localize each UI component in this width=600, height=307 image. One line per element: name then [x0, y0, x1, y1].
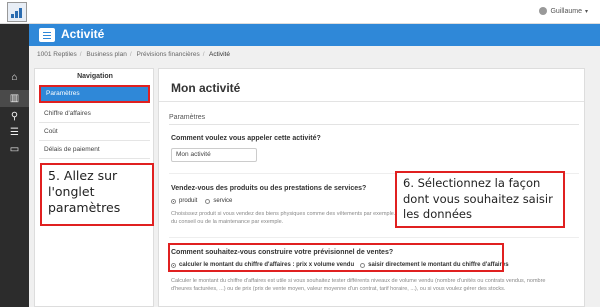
annotation-line: l'onglet [48, 184, 95, 199]
user-name: Guillaume [550, 7, 582, 15]
question-product-service: Vendez-vous des produits ou des prestati… [171, 185, 367, 192]
product-service-options: produit service [171, 198, 232, 204]
menu-toggle-button[interactable] [39, 28, 55, 42]
annotation-step-5: 5. Allez sur l'onglet paramètres [40, 163, 154, 226]
radio-produit-label[interactable]: produit [179, 198, 197, 204]
breadcrumb-item[interactable]: Business plan [86, 51, 126, 58]
activity-name-input[interactable]: Mon activité [171, 148, 257, 162]
page-title: Activité [61, 27, 105, 41]
content-title: Mon activité [171, 81, 241, 95]
divider [159, 101, 584, 102]
nav-item-cout[interactable]: Coût [39, 123, 150, 141]
help-text-line: Calculer le montant du chiffre d'affaire… [171, 278, 546, 284]
app-logo[interactable] [7, 2, 27, 22]
navigation-title: Navigation [77, 73, 113, 80]
sidebar: ⌂ ▥ ⚲ ☰ ▭ [0, 24, 29, 307]
chevron-down-icon: ▾ [584, 8, 588, 15]
forecast-question-highlight [168, 243, 504, 272]
radio-service[interactable] [205, 198, 211, 204]
user-icon [539, 7, 548, 15]
search-icon[interactable]: ⚲ [9, 111, 20, 122]
annotation-line: les données [403, 207, 472, 221]
nav-item-chiffre-affaires[interactable]: Chiffre d'affaires [39, 105, 150, 123]
logo-chart-icon [11, 8, 23, 18]
page-header: Activité [29, 24, 600, 46]
annotation-line: 5. Allez sur [48, 168, 118, 183]
user-menu[interactable]: Guillaume ▾ [539, 7, 588, 15]
radio-produit[interactable] [171, 198, 176, 204]
breadcrumb: 1001 Reptiles / Business plan / Prévisions… [37, 51, 230, 58]
folder-open-icon[interactable]: ▭ [9, 144, 20, 155]
section-title: Paramètres [169, 114, 206, 121]
question-activity-name: Comment voulez vous appeler cette activi… [171, 135, 321, 142]
chart-icon[interactable]: ▥ [9, 93, 20, 104]
annotation-step-6: 6. Sélectionnez la façon dont vous souha… [395, 171, 565, 228]
home-icon[interactable]: ⌂ [9, 72, 20, 83]
help-text-line: d'heures facturées, ...) ou de prix (pri… [171, 286, 506, 292]
nav-item-delais-paiement[interactable]: Délais de paiement [39, 141, 150, 159]
nav-item-parametres[interactable]: Paramètres [39, 85, 150, 103]
annotation-line: 6. Sélectionnez la façon [403, 176, 541, 190]
annotation-line: paramètres [48, 200, 121, 215]
breadcrumb-item[interactable]: 1001 Reptiles [37, 51, 77, 58]
divider [169, 124, 579, 125]
radio-service-label[interactable]: service [213, 198, 232, 204]
divider [169, 237, 579, 238]
breadcrumb-item[interactable]: Prévisions financières [136, 51, 199, 58]
breadcrumb-current: Activité [208, 51, 230, 58]
annotation-line: dont vous souhaitez saisir [403, 191, 553, 206]
top-bar: Guillaume ▾ [0, 0, 600, 24]
list-icon[interactable]: ☰ [9, 127, 20, 138]
